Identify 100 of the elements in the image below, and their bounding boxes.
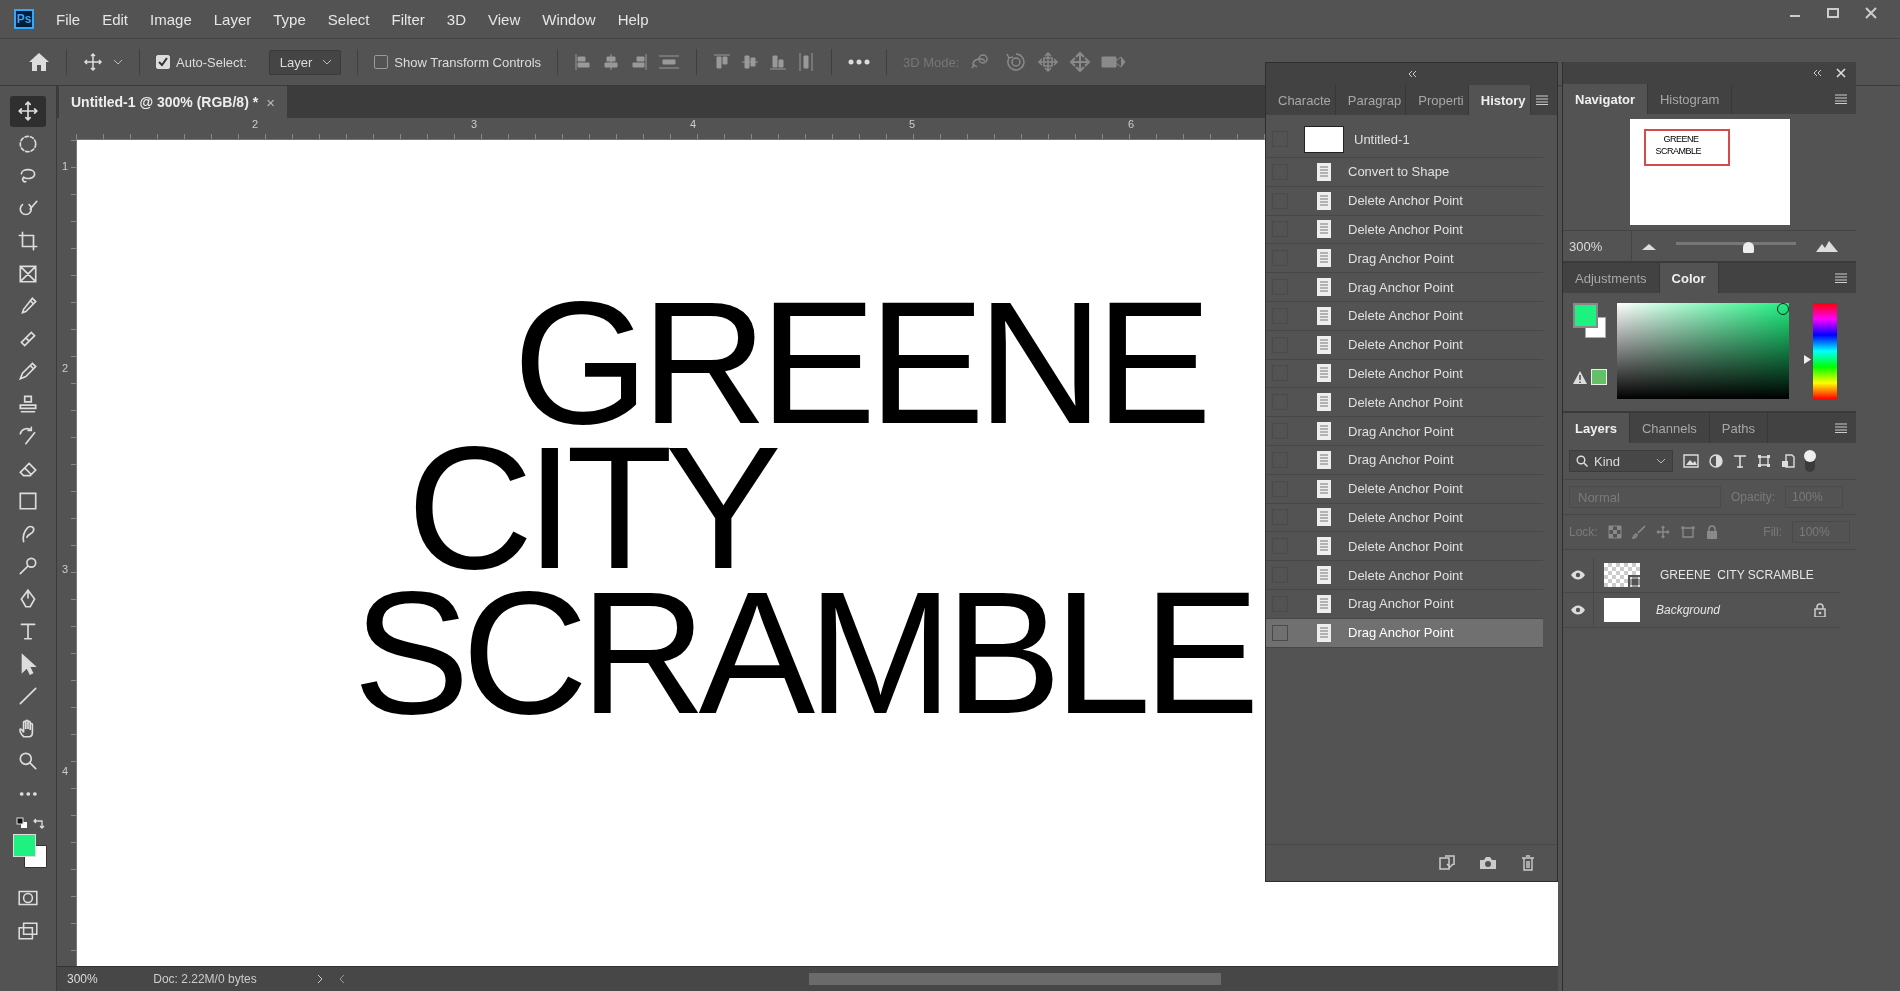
zoom-level[interactable]: 300% [57, 972, 134, 986]
history-state[interactable]: Delete Anchor Point [1266, 503, 1543, 533]
menu-item[interactable]: File [56, 10, 81, 28]
layer-name[interactable]: GREENE CITY SCRAMBLE [1660, 568, 1814, 582]
menu-item[interactable]: Type [273, 10, 306, 28]
history-state[interactable]: Drag Anchor Point [1266, 445, 1543, 475]
history-state[interactable]: Delete Anchor Point [1266, 359, 1543, 389]
menu-item[interactable]: Image [150, 10, 192, 28]
panel-tab[interactable]: Color [1659, 263, 1719, 293]
panel-tab[interactable]: Adjustments [1563, 263, 1660, 293]
panel-tab[interactable]: Paths [1709, 413, 1769, 443]
home-icon[interactable] [28, 52, 50, 72]
history-state[interactable]: Delete Anchor Point [1266, 215, 1543, 245]
layer-row[interactable]: GREENE CITY SCRAMBLE [1563, 558, 1840, 593]
auto-select-checkbox[interactable] [156, 55, 170, 69]
panel-tab[interactable]: Histogram [1647, 84, 1733, 114]
background-color-swatch[interactable] [24, 845, 47, 868]
zoom-in-icon[interactable] [1816, 240, 1838, 252]
history-state[interactable]: Drag Anchor Point [1266, 589, 1543, 619]
shape-filter-icon[interactable] [1757, 454, 1771, 468]
new-document-icon[interactable] [1437, 855, 1455, 871]
document-tab[interactable]: Untitled-1 @ 300% (RGB/8) * × [59, 86, 287, 118]
align-left-icon[interactable] [574, 53, 593, 71]
panel-tab[interactable]: Channels [1629, 413, 1710, 443]
panel-menu-icon[interactable] [1834, 273, 1848, 283]
more-icon[interactable] [848, 58, 871, 66]
menu-item[interactable]: Window [542, 10, 596, 28]
zoom-field[interactable]: 300% [1563, 231, 1632, 261]
scroll-left-icon[interactable] [338, 974, 345, 984]
align-middle-icon[interactable] [741, 53, 760, 71]
transform-controls-checkbox[interactable] [374, 55, 389, 69]
close-icon[interactable] [1864, 6, 1878, 20]
type-filter-icon[interactable] [1733, 454, 1747, 468]
layer-name[interactable]: Background [1656, 603, 1721, 617]
adjustment-filter-icon[interactable] [1709, 454, 1723, 468]
panel-menu-icon[interactable] [1834, 423, 1848, 433]
history-state[interactable]: Convert to Shape [1266, 158, 1543, 187]
checkerboard-icon[interactable] [1607, 525, 1622, 539]
distribute-icon[interactable] [658, 53, 681, 71]
warning-icon[interactable] [1573, 370, 1587, 384]
panel-menu-icon[interactable] [1834, 94, 1848, 104]
align-bottom-icon[interactable] [769, 53, 788, 71]
menu-item[interactable]: Select [327, 10, 370, 28]
panel-tab[interactable]: Characte [1266, 85, 1336, 115]
menu-item[interactable]: Filter [391, 10, 425, 28]
image-filter-icon[interactable] [1683, 454, 1699, 468]
panel-tab[interactable]: Properti [1406, 85, 1469, 115]
web-safe-swatch[interactable] [1591, 369, 1607, 385]
close-icon[interactable] [1836, 68, 1846, 78]
collapse-icon[interactable] [1812, 69, 1822, 77]
target-dropdown[interactable]: Layer [268, 49, 342, 75]
history-state[interactable]: Drag Anchor Point [1266, 273, 1543, 302]
menu-item[interactable]: Help [617, 10, 649, 28]
foreground-color-swatch[interactable] [1573, 303, 1598, 328]
camera-icon[interactable] [1479, 856, 1497, 870]
default-colors-icon[interactable] [16, 817, 28, 829]
collapse-icon[interactable] [1406, 70, 1417, 78]
history-state[interactable]: Drag Anchor Point [1266, 618, 1543, 648]
distribute-vertical-icon[interactable] [797, 52, 816, 72]
background-color-swatch[interactable] [1585, 317, 1606, 338]
lock-icon[interactable] [1814, 603, 1826, 617]
history-state[interactable]: Delete Anchor Point [1266, 474, 1543, 504]
tab-close-button[interactable]: × [266, 93, 275, 111]
trash-icon[interactable] [1521, 855, 1535, 871]
menu-item[interactable]: 3D [446, 10, 467, 28]
history-state[interactable]: Delete Anchor Point [1266, 388, 1543, 418]
move-tool-icon[interactable] [10, 96, 46, 127]
panel-tab[interactable]: History [1468, 85, 1531, 115]
history-state[interactable]: Delete Anchor Point [1266, 302, 1543, 331]
history-state[interactable]: Delete Anchor Point [1266, 186, 1543, 216]
filter-dropdown[interactable]: Kind [1569, 450, 1673, 472]
align-center-icon[interactable] [602, 53, 621, 71]
swap-colors-icon[interactable] [32, 817, 45, 830]
panel-tab[interactable]: Paragrap [1335, 85, 1407, 115]
history-state[interactable]: Drag Anchor Point [1266, 244, 1543, 274]
layer-row[interactable]: Background [1563, 593, 1840, 628]
navigator-preview[interactable]: GREENE SCRAMBLE [1629, 119, 1790, 225]
align-top-icon[interactable] [713, 53, 732, 71]
scrollbar-thumb[interactable] [808, 973, 1221, 985]
hue-marker-icon[interactable] [1804, 354, 1811, 364]
smart-object-filter-icon[interactable] [1781, 454, 1795, 468]
menu-item[interactable]: Layer [213, 10, 252, 28]
zoom-out-icon[interactable] [1642, 242, 1656, 250]
history-state[interactable]: Delete Anchor Point [1266, 561, 1543, 590]
menu-item[interactable]: Edit [102, 10, 129, 28]
history-state[interactable]: Delete Anchor Point [1266, 330, 1543, 360]
panel-tab[interactable]: Layers [1563, 413, 1630, 443]
view-area-frame[interactable]: GREENE SCRAMBLE [1643, 129, 1730, 166]
history-state[interactable]: Drag Anchor Point [1266, 417, 1543, 446]
snapshot-label[interactable]: Untitled-1 [1354, 131, 1410, 147]
caret-icon[interactable] [113, 58, 123, 66]
eye-icon[interactable] [1570, 605, 1586, 615]
history-state[interactable]: Delete Anchor Point [1266, 532, 1543, 562]
maximize-icon[interactable] [1826, 6, 1840, 20]
panel-tab[interactable]: Navigator [1563, 84, 1648, 114]
menu-item[interactable]: View [488, 10, 521, 28]
chevron-right-icon[interactable] [315, 974, 323, 984]
eye-icon[interactable] [1570, 570, 1586, 580]
align-right-icon[interactable] [630, 53, 649, 71]
color-field[interactable] [1617, 303, 1789, 399]
